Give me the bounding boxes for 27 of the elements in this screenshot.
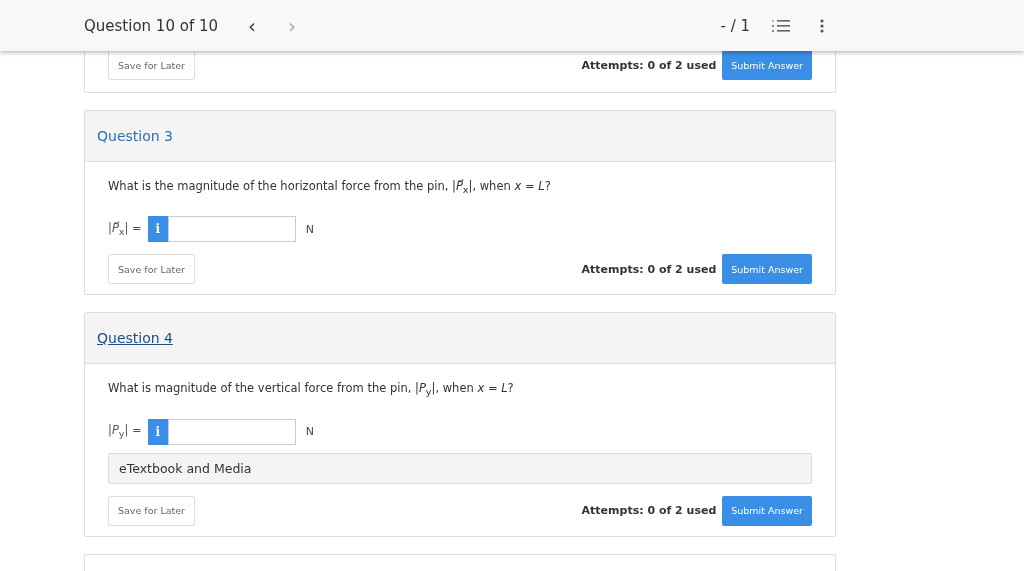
answer-field[interactable] xyxy=(167,216,296,243)
answer-label: |P⃗$_{x}$| = xyxy=(108,221,142,238)
etextbook-panel[interactable]: eTextbook and Media xyxy=(108,452,812,484)
save-for-later-button[interactable]: Save for Later xyxy=(108,50,195,80)
save-for-later-button[interactable]: Save for Later xyxy=(108,495,195,526)
question-prompt: What is magnitude of the vertical force from the pin, |P$_{y}$|, when x = L? xyxy=(108,380,515,400)
more-icon[interactable] xyxy=(820,18,824,33)
attempts-text: Attempts: 0 of 2 used xyxy=(581,504,717,518)
question-title[interactable]: Question 4 xyxy=(97,330,173,347)
attempts-text: Attempts: 0 of 2 used xyxy=(581,58,717,72)
save-for-later-button[interactable]: Save for Later xyxy=(108,254,195,285)
info-button[interactable]: i xyxy=(147,216,168,243)
unit-label: N xyxy=(305,425,314,439)
previous-button[interactable]: ‹ xyxy=(238,13,267,38)
question-prompt: What is the magnitude of the horizontal force from the pin, |P⃗$_{x}$|, when x = L? xyxy=(108,178,552,198)
submit-answer-button[interactable]: Submit Answer xyxy=(722,495,812,526)
list-icon[interactable] xyxy=(772,18,790,33)
submit-answer-button[interactable]: Submit Answer xyxy=(722,254,812,285)
info-button[interactable]: i xyxy=(147,418,168,445)
score: - / 1 xyxy=(720,16,750,35)
question-title[interactable]: Question 3 xyxy=(97,128,173,144)
unit-label: N xyxy=(305,222,314,236)
answer-label: |P$_{y}$| = xyxy=(108,423,142,440)
question-counter: Question 10 of 10 xyxy=(84,16,219,35)
submit-answer-button[interactable]: Submit Answer xyxy=(722,50,812,80)
answer-field[interactable] xyxy=(167,418,296,445)
attempts-text: Attempts: 0 of 2 used xyxy=(581,262,717,276)
